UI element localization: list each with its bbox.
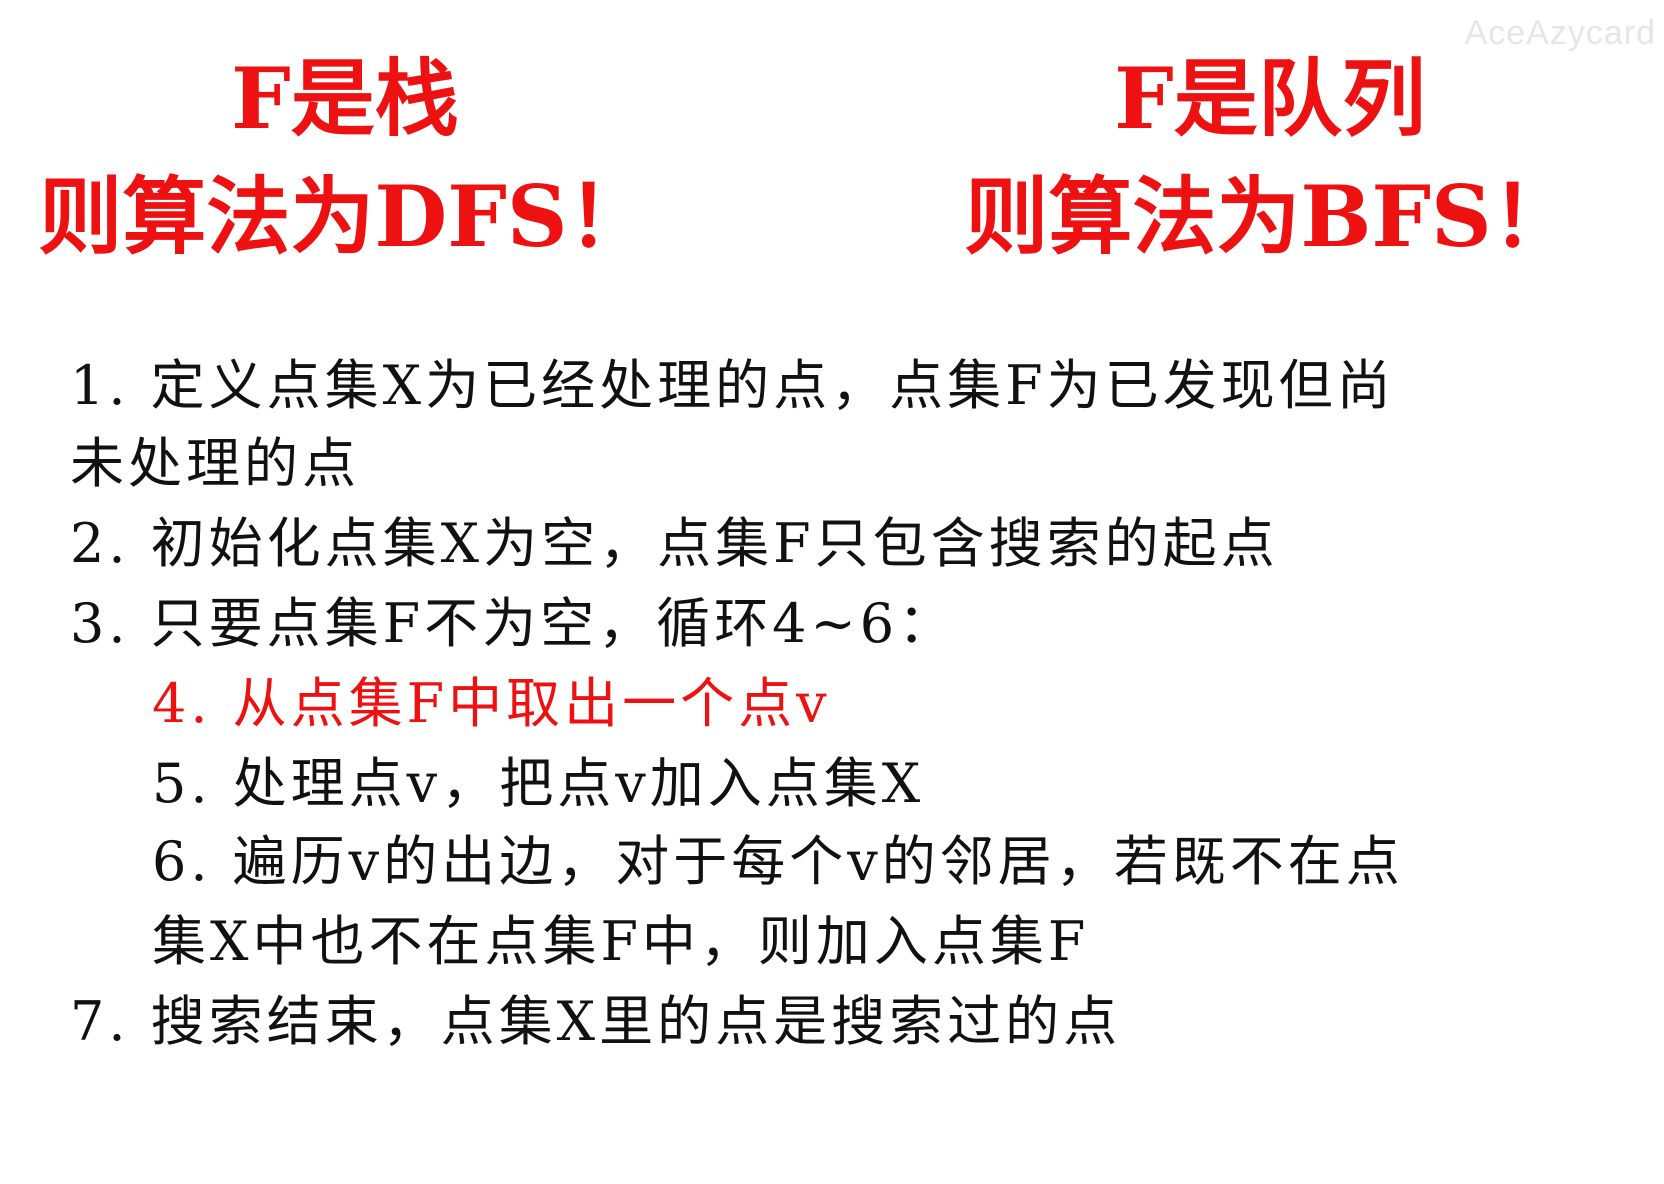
step-3: 3. 只要点集F不为空，循环4~6：: [70, 592, 957, 655]
algorithm-steps: 1. 定义点集X为已经处理的点，点集F为已发现但尚 未处理的点 2. 初始化点集…: [0, 0, 1664, 1184]
step-1-line-2: 未处理的点: [70, 432, 360, 495]
step-7: 7. 搜索结束，点集X里的点是搜索过的点: [70, 990, 1122, 1053]
step-2: 2. 初始化点集X为空，点集F只包含搜索的起点: [70, 512, 1279, 575]
step-6-line-2: 集X中也不在点集F中，则加入点集F: [152, 910, 1090, 973]
step-4-highlighted: 4. 从点集F中取出一个点v: [152, 672, 831, 735]
step-5: 5. 处理点v，把点v加入点集X: [152, 752, 925, 815]
step-1-line-1: 1. 定义点集X为已经处理的点，点集F为已发现但尚: [70, 354, 1395, 417]
step-6-line-1: 6. 遍历v的出边，对于每个v的邻居，若既不在点: [152, 830, 1404, 893]
